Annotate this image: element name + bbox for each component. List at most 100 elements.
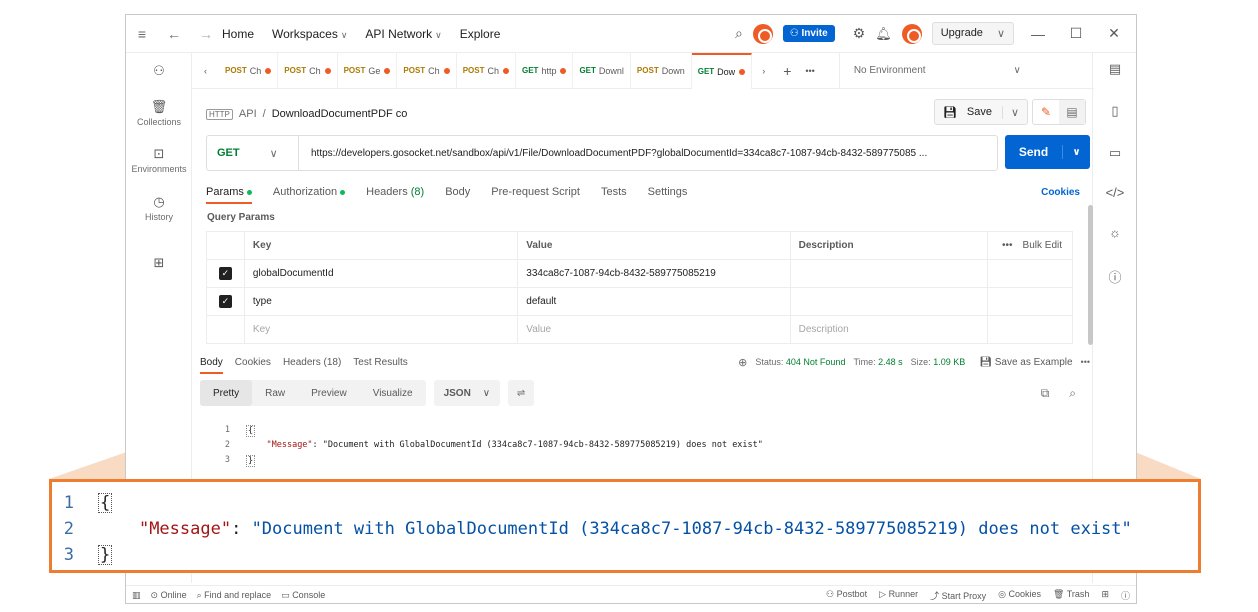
param-value[interactable]: default — [518, 288, 791, 315]
vertical-scrollbar[interactable] — [1088, 205, 1093, 345]
environment-quicklook-icon[interactable]: ▤ — [1093, 61, 1136, 77]
breadcrumb-collection[interactable]: API — [239, 108, 257, 120]
response-tab-headers[interactable]: Headers (18) — [283, 357, 341, 368]
wrap-lines-icon[interactable]: ⇌ — [508, 380, 535, 406]
toggle-sidebar-icon[interactable]: ▥ — [132, 590, 141, 601]
settings-gear-icon[interactable]: ⚙ — [853, 25, 866, 42]
tab-body[interactable]: Body — [445, 186, 470, 198]
request-tab[interactable]: POST Ch — [278, 52, 338, 89]
search-icon[interactable]: ⌕ — [735, 25, 743, 42]
param-enabled-checkbox[interactable]: ✓ — [218, 295, 232, 308]
layout-grid-icon[interactable]: ⊞ — [1101, 589, 1109, 602]
trash-button[interactable]: 🗑︎ Trash — [1053, 589, 1089, 602]
sidebar-item-history[interactable]: ◷ History — [126, 194, 192, 222]
tab-tests[interactable]: Tests — [601, 186, 627, 198]
search-icon[interactable]: ⌕ — [1069, 386, 1076, 401]
param-enabled-checkbox[interactable]: ✓ — [218, 267, 232, 280]
url-input[interactable]: https://developers.gosocket.net/sandbox/… — [299, 148, 927, 159]
avatar[interactable] — [901, 23, 922, 44]
home-link[interactable]: Home — [222, 27, 254, 41]
request-tab[interactable]: POST Ch — [219, 52, 279, 89]
response-tab-cookies[interactable]: Cookies — [235, 357, 271, 368]
request-tab[interactable]: GET Downl — [573, 52, 631, 89]
more-dots-icon[interactable]: ••• — [1081, 357, 1090, 367]
maximize-icon[interactable]: ☐ — [1062, 25, 1090, 42]
new-param-key-input[interactable]: Key — [245, 316, 519, 343]
save-as-example-button[interactable]: 💾︎ Save as Example — [979, 357, 1072, 368]
api-network-menu[interactable]: API Network ∨ — [365, 27, 441, 41]
tab-authorization[interactable]: Authorization — [273, 186, 346, 198]
param-description[interactable] — [791, 260, 989, 287]
view-preview[interactable]: Preview — [298, 380, 360, 406]
tab-params[interactable]: Params — [206, 186, 252, 204]
save-button[interactable]: 💾︎ Save ∨ — [933, 99, 1028, 125]
response-body-code[interactable]: 1{ 2 "Message": "Document with GlobalDoc… — [200, 411, 1090, 469]
line-number: 1 — [63, 493, 74, 513]
notification-bell-icon[interactable]: 🔔︎ — [875, 26, 892, 42]
view-raw[interactable]: Raw — [252, 380, 298, 406]
online-status[interactable]: ⊙ Online — [151, 590, 187, 601]
edit-pencil-icon[interactable]: ✎ — [1033, 100, 1059, 124]
sidebar-item-more[interactable]: ⊞ — [126, 255, 192, 273]
lightbulb-icon[interactable]: ☼ — [1093, 225, 1136, 240]
param-key[interactable]: type — [245, 288, 519, 315]
response-tab-test-results[interactable]: Test Results — [353, 357, 407, 368]
param-value[interactable]: 334ca8c7-1087-94cb-8432-589775085219 — [518, 260, 791, 287]
request-tab[interactable]: POST Down — [631, 52, 692, 89]
info-icon[interactable]: ⓘ — [1093, 267, 1136, 286]
tab-headers[interactable]: Headers (8) — [366, 186, 424, 198]
team-icon-button[interactable]: ⚇ — [126, 63, 192, 81]
help-icon[interactable]: ⓘ — [1121, 589, 1130, 602]
request-tab[interactable]: POST Ch — [457, 52, 516, 89]
tab-settings[interactable]: Settings — [648, 186, 688, 198]
response-tab-body[interactable]: Body — [200, 357, 223, 374]
invite-button[interactable]: ⚇ Invite — [782, 25, 835, 42]
cookies-link[interactable]: Cookies — [1041, 187, 1080, 198]
upgrade-button[interactable]: Upgrade ∨ — [931, 22, 1014, 45]
comments-icon[interactable]: ▭ — [1093, 145, 1136, 161]
tab-prerequest-script[interactable]: Pre-request Script — [491, 186, 580, 198]
method-select[interactable]: GET ∨ — [207, 136, 299, 170]
request-name[interactable]: DownloadDocumentPDF co — [272, 108, 408, 120]
request-tab-active[interactable]: GET Dow — [691, 52, 753, 89]
more-dots-icon[interactable]: ••• — [1002, 240, 1013, 251]
start-proxy-button[interactable]: ⤴ Start Proxy — [930, 589, 986, 602]
sidebar-item-environments[interactable]: ⊡ Environments — [126, 146, 192, 174]
cookies-button[interactable]: ◎ Cookies — [998, 589, 1041, 602]
tabs-scroll-left-icon[interactable]: ‹ — [192, 53, 219, 89]
explore-link[interactable]: Explore — [460, 27, 501, 41]
environment-selector[interactable]: No Environment ∨ — [838, 52, 1029, 89]
comments-icon[interactable]: ▤ — [1059, 100, 1085, 124]
request-tab[interactable]: POST Ch — [397, 52, 457, 89]
chevron-down-icon[interactable]: ∨ — [1001, 105, 1019, 119]
close-icon[interactable]: ✕ — [1100, 25, 1128, 42]
tabs-scroll-right-icon[interactable]: › — [752, 53, 775, 89]
find-replace-button[interactable]: ⌕ Find and replace — [197, 590, 272, 601]
new-param-value-input[interactable]: Value — [518, 316, 791, 343]
view-visualize[interactable]: Visualize — [360, 380, 426, 406]
param-description[interactable] — [791, 288, 989, 315]
chevron-down-icon[interactable]: ∨ — [1063, 147, 1090, 158]
sidebar-item-collections[interactable]: 🗑︎ Collections — [126, 99, 192, 127]
forward-arrow-icon[interactable]: → — [190, 26, 222, 42]
request-tab[interactable]: POST Ge — [338, 52, 398, 89]
format-select[interactable]: JSON ∨ — [433, 380, 501, 406]
send-button[interactable]: Send ∨ — [1005, 135, 1090, 169]
documentation-icon[interactable]: ▯ — [1093, 103, 1136, 119]
copy-icon[interactable]: ⧉ — [1041, 386, 1050, 401]
bulk-edit-button[interactable]: ••• Bulk Edit — [988, 232, 1072, 259]
minimize-icon[interactable]: — — [1024, 26, 1052, 42]
param-key[interactable]: globalDocumentId — [245, 260, 519, 287]
request-tab[interactable]: GET http — [516, 52, 574, 89]
back-arrow-icon[interactable]: ← — [158, 26, 190, 42]
tabs-more-icon[interactable]: ••• — [799, 53, 820, 89]
new-param-description-input[interactable]: Description — [791, 316, 989, 343]
postbot-button[interactable]: ⚇ Postbot — [826, 589, 867, 602]
code-icon[interactable]: </> — [1093, 185, 1136, 200]
view-pretty[interactable]: Pretty — [200, 380, 253, 406]
menu-icon[interactable]: ≡ — [126, 26, 158, 42]
console-button[interactable]: ▭ Console — [281, 590, 325, 601]
workspaces-menu[interactable]: Workspaces ∨ — [272, 27, 347, 41]
runner-button[interactable]: ▷ Runner — [879, 589, 918, 602]
new-tab-plus-icon[interactable]: + — [775, 53, 799, 89]
